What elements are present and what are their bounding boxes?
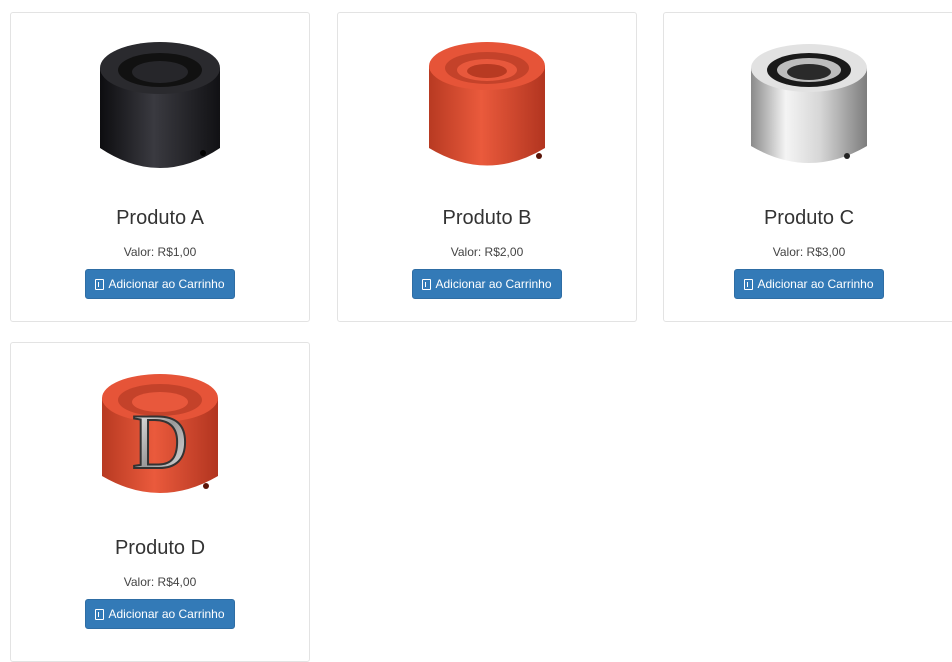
product-card: Produto A Valor: R$1,00 Adicionar ao Car… — [10, 12, 310, 322]
product-price: Valor: R$2,00 — [450, 245, 524, 259]
add-to-cart-label: Adicionar ao Carrinho — [108, 607, 225, 621]
add-to-cart-button[interactable]: Adicionar ao Carrinho — [734, 269, 884, 299]
product-image[interactable]: D — [90, 358, 230, 518]
product-name: Produto B — [442, 207, 532, 229]
add-to-cart-button[interactable]: Adicionar ao Carrinho — [412, 269, 562, 299]
book-icon — [744, 278, 754, 290]
book-icon — [422, 278, 432, 290]
product-image-wrap — [664, 23, 952, 193]
product-price: Valor: R$4,00 — [123, 575, 197, 589]
product-image-wrap — [338, 23, 636, 193]
book-icon — [95, 608, 105, 620]
book-icon — [95, 278, 105, 290]
product-price: Valor: R$3,00 — [772, 245, 846, 259]
product-card: Produto B Valor: R$2,00 Adicionar ao Car… — [337, 12, 637, 322]
product-name: Produto A — [116, 207, 204, 229]
product-image[interactable] — [417, 28, 557, 188]
add-to-cart-label: Adicionar ao Carrinho — [757, 277, 874, 291]
add-to-cart-button[interactable]: Adicionar ao Carrinho — [85, 269, 235, 299]
product-image[interactable] — [739, 28, 879, 188]
product-image[interactable] — [90, 28, 230, 188]
product-name: Produto D — [114, 537, 206, 559]
product-letter: D — [132, 398, 188, 485]
add-to-cart-button[interactable]: Adicionar ao Carrinho — [85, 599, 235, 629]
add-to-cart-label: Adicionar ao Carrinho — [435, 277, 552, 291]
product-image-wrap — [11, 23, 309, 193]
add-to-cart-label: Adicionar ao Carrinho — [108, 277, 225, 291]
product-image-wrap: D — [11, 353, 309, 523]
product-name: Produto C — [763, 207, 855, 229]
product-card: Produto C Valor: R$3,00 Adicionar ao Car… — [663, 12, 952, 322]
product-price: Valor: R$1,00 — [123, 245, 197, 259]
product-card: D Produto D Valor: R$4,00 Adicionar ao C… — [10, 342, 310, 662]
